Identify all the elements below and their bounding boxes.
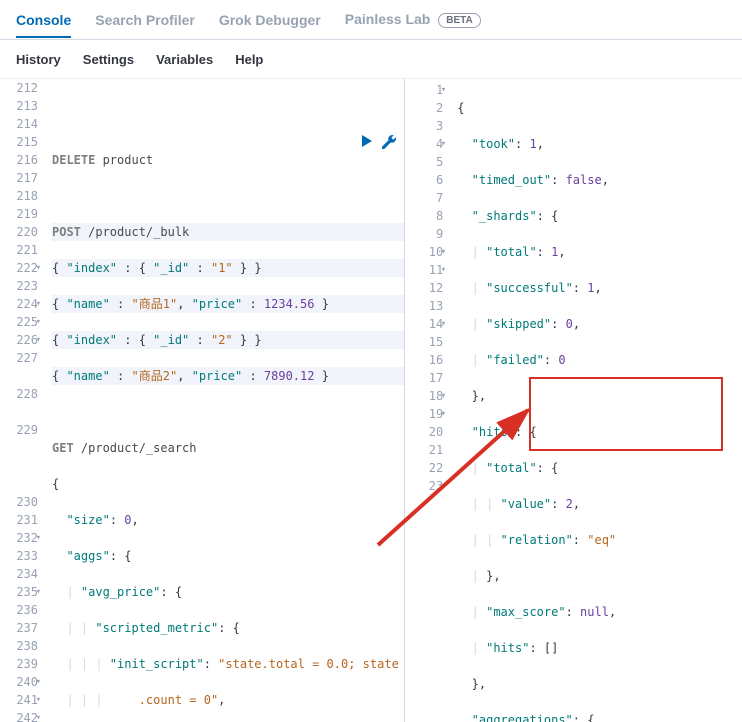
- sub-tabs: History Settings Variables Help: [0, 40, 742, 78]
- path-bulk: /product/_bulk: [81, 225, 189, 239]
- subtab-settings[interactable]: Settings: [83, 52, 134, 67]
- method-post: POST: [52, 225, 81, 239]
- path-search: /product/_search: [74, 441, 197, 455]
- tab-painless-lab-label: Painless Lab: [345, 11, 431, 27]
- response-pane[interactable]: 1 2 3 4 5 6 7 8 9 10 11 12 13 14 15 16 1…: [405, 79, 742, 722]
- run-icon[interactable]: [358, 133, 374, 149]
- request-editor-pane[interactable]: 212 213 214 215 216 217 218 219 220 221 …: [0, 79, 405, 722]
- wrench-icon[interactable]: [380, 133, 396, 149]
- subtab-help[interactable]: Help: [235, 52, 263, 67]
- request-gutter: 212 213 214 215 216 217 218 219 220 221 …: [0, 79, 46, 722]
- tab-search-profiler[interactable]: Search Profiler: [95, 2, 195, 38]
- response-code[interactable]: { "took": 1, "timed_out": false, "_shard…: [451, 79, 742, 722]
- request-code[interactable]: DELETE product POST /product/_bulk { "in…: [46, 79, 404, 722]
- subtab-history[interactable]: History: [16, 52, 61, 67]
- main-tabs: Console Search Profiler Grok Debugger Pa…: [0, 0, 742, 40]
- editor-area: 212 213 214 215 216 217 218 219 220 221 …: [0, 78, 742, 722]
- method-delete: DELETE: [52, 153, 95, 167]
- tab-grok-debugger[interactable]: Grok Debugger: [219, 2, 321, 38]
- tab-console[interactable]: Console: [16, 2, 71, 38]
- subtab-variables[interactable]: Variables: [156, 52, 213, 67]
- tab-painless-lab[interactable]: Painless Lab BETA: [345, 1, 481, 38]
- beta-badge: BETA: [438, 13, 480, 28]
- method-get: GET: [52, 441, 74, 455]
- response-gutter: 1 2 3 4 5 6 7 8 9 10 11 12 13 14 15 16 1…: [405, 79, 451, 722]
- path-product: product: [95, 153, 153, 167]
